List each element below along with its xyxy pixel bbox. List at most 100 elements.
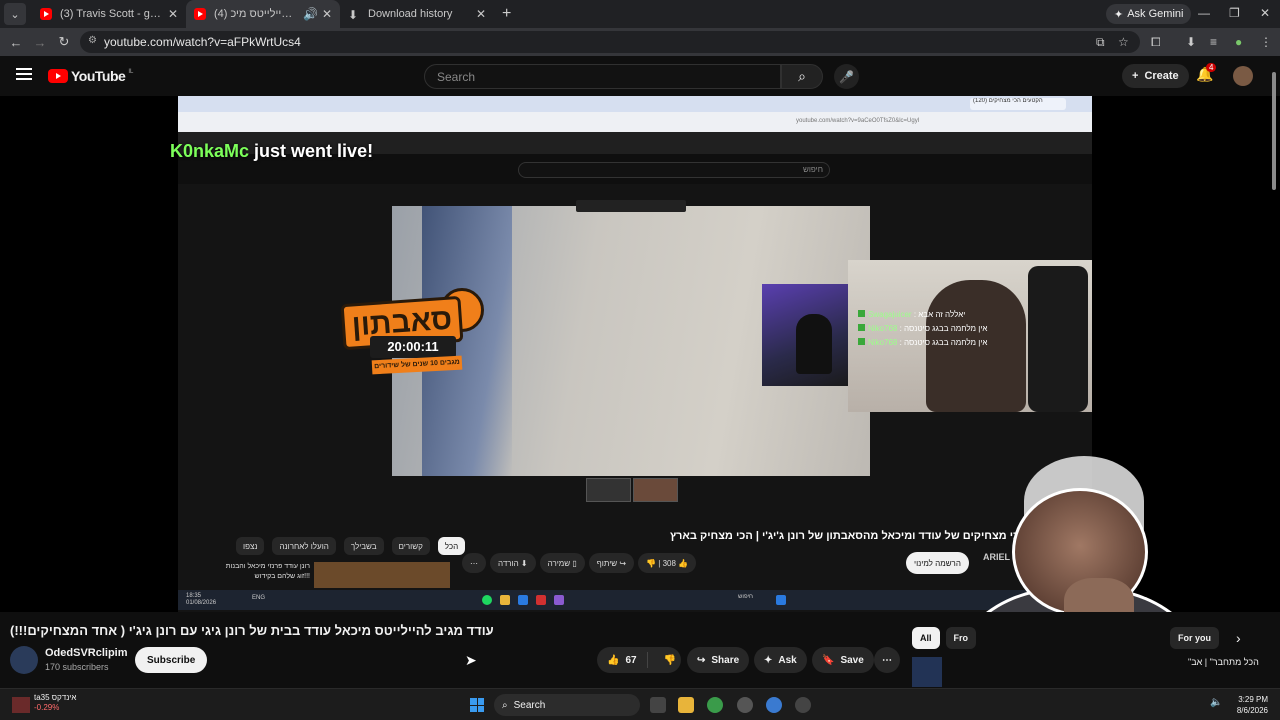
volume-icon[interactable]: 🔈 xyxy=(1210,697,1222,708)
sabaton-timer: 20:00:11 xyxy=(370,336,456,358)
create-button[interactable]: + Create xyxy=(1122,64,1189,88)
downloads-icon[interactable]: ⬇ xyxy=(1186,35,1196,49)
thumb xyxy=(633,478,678,502)
stock-widget-icon[interactable] xyxy=(12,697,30,713)
minimize-icon[interactable]: — xyxy=(1198,6,1210,20)
chat-message: Niko768 : אין מלחמה בבגג סיטנסה xyxy=(858,338,987,347)
browser-tab[interactable]: (3) Travis Scott - goosebumps ( ✕ xyxy=(32,0,186,28)
speaker-icon[interactable]: 🔊 xyxy=(303,7,318,21)
task-view-icon[interactable] xyxy=(650,697,666,713)
new-tab-icon[interactable]: + xyxy=(502,5,511,23)
recommendation-thumbnail[interactable] xyxy=(912,657,942,687)
channel-name[interactable]: OdedSVRclipim xyxy=(45,647,128,659)
recommendation-title[interactable]: "הכל מתחבר" | אב xyxy=(1188,657,1259,667)
start-windows-icon[interactable] xyxy=(470,698,484,712)
back-icon[interactable]: ← xyxy=(4,35,28,50)
download-icon: ⬇ xyxy=(348,8,359,22)
like-button[interactable]: 👍 67 xyxy=(597,652,648,668)
create-label: Create xyxy=(1144,70,1179,82)
scrollbar-thumb[interactable] xyxy=(1272,72,1276,190)
inner-related-video: רונן עודד פרנזי מיכאל והבנות זוג שלהם בק… xyxy=(200,560,450,588)
thumb xyxy=(586,478,631,502)
inner-download: הורדה ⬇ xyxy=(490,553,536,573)
forward-icon[interactable]: → xyxy=(28,35,52,50)
chat-text: : יאללה זה אבא xyxy=(913,310,966,319)
inner-chip-active: הכל xyxy=(437,537,466,555)
chip-for-you[interactable]: For you xyxy=(1170,627,1219,649)
youtube-header: YouTube IL Search ⌕ 🎤 + Create 🔔 4 xyxy=(0,56,1280,96)
chat-text: : אין מלחמה בבגג סיטנסה xyxy=(899,324,988,333)
cast-icon[interactable]: ⧉ xyxy=(1096,35,1105,50)
more-actions-button[interactable]: ⋯ xyxy=(874,647,900,673)
logo-country: IL xyxy=(128,69,134,75)
extensions-icon[interactable]: ⧠ xyxy=(1151,35,1161,50)
chip-all[interactable]: All xyxy=(912,627,940,649)
more-menu-icon[interactable]: ⋮ xyxy=(1260,35,1272,49)
share-button[interactable]: ↪ Share xyxy=(687,647,750,673)
subscribe-button[interactable]: Subscribe xyxy=(135,647,208,673)
more-icon: ⋯ xyxy=(882,654,892,666)
save-button[interactable]: 🔖 Save xyxy=(812,647,874,673)
account-avatar[interactable] xyxy=(1233,66,1253,86)
browser-tab[interactable]: ⬇ Download history ✕ xyxy=(340,0,494,28)
ask-button[interactable]: ✦ Ask xyxy=(754,647,807,673)
chat-user: Niko768 xyxy=(868,324,898,333)
search-button[interactable]: ⌕ xyxy=(781,64,823,89)
inner-taskbar-search: חיפוש xyxy=(738,594,753,600)
url-input[interactable]: ⚙ youtube.com/watch?v=aFPkWrtUcs4 xyxy=(80,31,1140,53)
stream-overlay-bar xyxy=(576,200,686,212)
ask-gemini-button[interactable]: ✦ Ask Gemini xyxy=(1106,4,1192,24)
notification-badge: 4 xyxy=(1206,63,1217,72)
webcam-large xyxy=(848,260,1092,412)
ask-label: Ask xyxy=(778,654,797,666)
reload-icon[interactable]: ↻ xyxy=(52,34,76,50)
chat-text: : אין מלחמה בבגג סיטנסה xyxy=(899,338,988,347)
taskbar-search[interactable]: ⌕ Search xyxy=(494,694,640,716)
tab-title: (4) עודד מגיב להיילייטס מיכ xyxy=(214,8,299,20)
page-scrollbar[interactable] xyxy=(1270,62,1278,682)
inner-tab-strip: (120) הקטעים הכי מצחיקים xyxy=(178,96,1092,112)
close-tab-icon[interactable]: ✕ xyxy=(476,7,486,21)
video-info: עודד מגיב להיילייטס מיכאל עודד בבית של ר… xyxy=(0,612,1280,688)
chip-from[interactable]: Fro xyxy=(945,627,977,649)
streamer-figure xyxy=(796,314,832,374)
chevron-right-icon[interactable]: › xyxy=(1236,630,1241,646)
search-icon: ⌕ xyxy=(798,68,806,84)
file-explorer-icon[interactable] xyxy=(678,697,694,713)
sabaton-subtitle: מגבים 10 שנים של שידורים xyxy=(371,355,463,375)
close-tab-icon[interactable]: ✕ xyxy=(168,7,178,21)
chat-user: Swagajuicer xyxy=(868,310,912,319)
site-info-icon[interactable]: ⚙ xyxy=(88,35,97,46)
system-clock[interactable]: 3:29 PM 8/6/2026 xyxy=(1234,694,1268,716)
bookmark-star-icon[interactable]: ☆ xyxy=(1118,35,1129,49)
inner-search-text: חיפוש xyxy=(803,165,823,174)
video-title: עודד מגיב להיילייטס מיכאל עודד בבית של ר… xyxy=(10,623,494,638)
menu-icon[interactable] xyxy=(16,68,32,80)
sparkle-icon: ✦ xyxy=(764,654,773,666)
chrome-icon[interactable] xyxy=(707,697,723,713)
gaming-chair xyxy=(1028,266,1088,412)
app-icon xyxy=(536,595,546,605)
thumbs-up-icon: 👍 xyxy=(607,654,620,666)
tab-search-icon[interactable]: ⌄ xyxy=(4,3,26,25)
youtube-logo[interactable]: YouTube IL xyxy=(48,68,133,84)
sabaton-logo: סאבתון 20:00:11 מגבים 10 שנים של שידורים xyxy=(340,288,486,378)
browser-tab-active[interactable]: (4) עודד מגיב להיילייטס מיכ 🔊 ✕ xyxy=(186,0,340,28)
search-input[interactable]: Search xyxy=(424,64,781,89)
close-tab-icon[interactable]: ✕ xyxy=(322,7,332,21)
bookmark-icon: 🔖 xyxy=(822,654,835,666)
close-window-icon[interactable]: ✕ xyxy=(1260,6,1270,20)
inner-lang: ENG xyxy=(252,595,266,601)
live-user: K0nkaMc xyxy=(170,141,250,161)
channel-avatar[interactable] xyxy=(10,646,38,674)
media-player-icon[interactable] xyxy=(795,697,811,713)
inner-more-icon: ⋯ xyxy=(462,553,486,573)
app-icon[interactable] xyxy=(737,697,753,713)
restore-icon[interactable]: ❐ xyxy=(1229,6,1240,20)
stock-widget[interactable]: ta35 אינדקס -0.29% xyxy=(34,693,76,713)
chrome-icon[interactable] xyxy=(766,697,782,713)
media-controls-icon[interactable]: ≡ xyxy=(1210,35,1217,49)
voice-search-icon[interactable]: 🎤 xyxy=(834,64,859,89)
dislike-button[interactable]: 👎 xyxy=(654,655,686,666)
profile-icon[interactable]: ● xyxy=(1235,35,1242,49)
